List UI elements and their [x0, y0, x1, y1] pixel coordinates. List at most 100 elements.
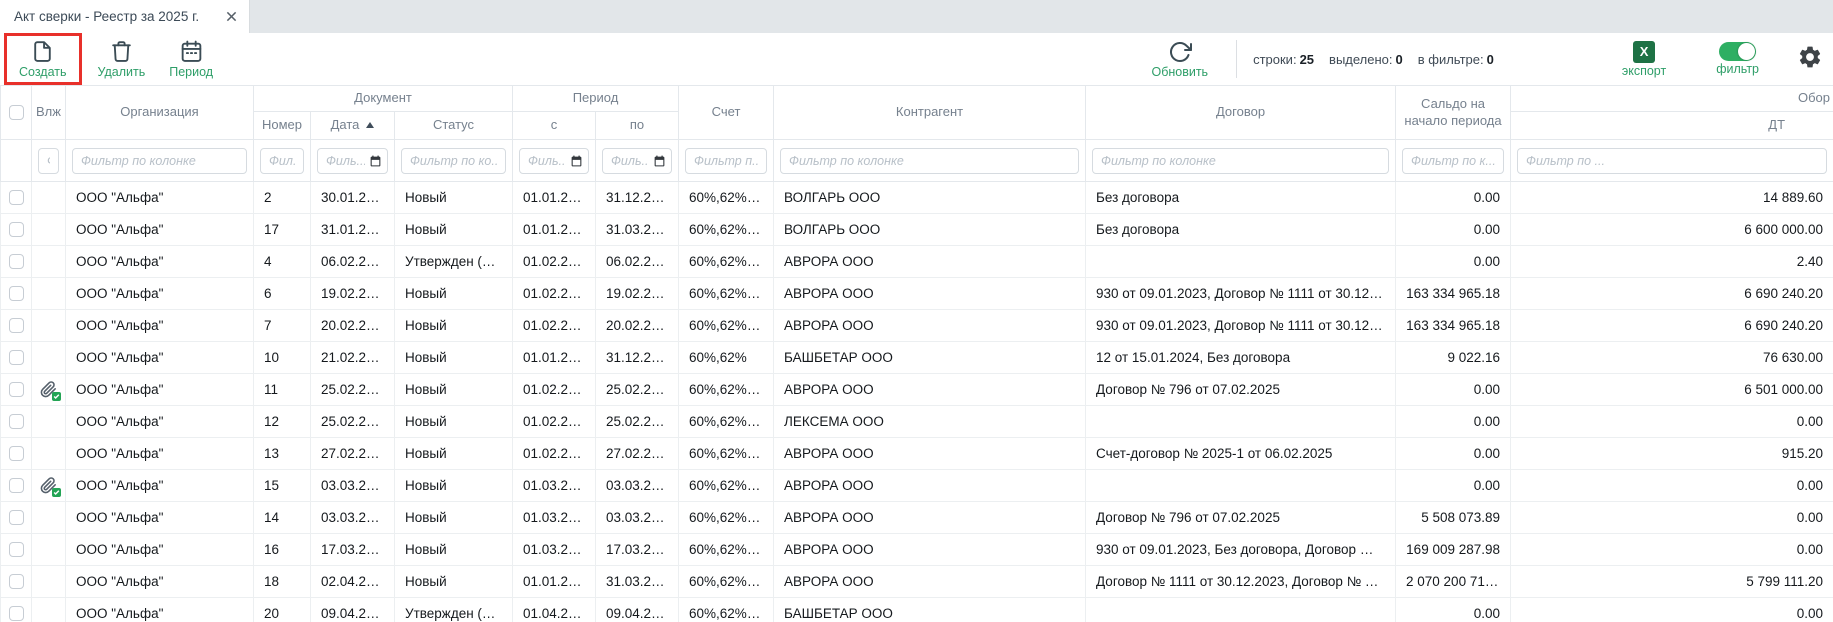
filter-dt-input[interactable]: [1517, 148, 1827, 174]
filter-toggle-label: фильтр: [1716, 62, 1759, 76]
toggle-knob: [1738, 43, 1755, 60]
filtered-count: в фильтре:0: [1418, 52, 1494, 67]
filter-account-input[interactable]: [685, 148, 767, 174]
table-row[interactable]: ООО "Альфа"1327.02.2025Новый01.02.202527…: [1, 438, 1833, 470]
column-header-period-to[interactable]: по: [596, 112, 679, 140]
cell-contract: Без договора: [1086, 214, 1396, 246]
cell-status: Новый: [395, 182, 513, 214]
table-row[interactable]: ООО "Альфа"1731.01.2025Новый01.01.202531…: [1, 214, 1833, 246]
filter-saldo-input[interactable]: [1402, 148, 1504, 174]
cell-account: 60%,62%,76%: [679, 182, 774, 214]
column-header-contract[interactable]: Договор: [1086, 86, 1396, 140]
row-checkbox[interactable]: [9, 254, 24, 269]
column-header-period-from[interactable]: с: [513, 112, 596, 140]
column-header-status[interactable]: Статус: [395, 112, 513, 140]
row-checkbox[interactable]: [9, 478, 24, 493]
cell-status: Новый: [395, 566, 513, 598]
row-checkbox[interactable]: [9, 350, 24, 365]
column-header-number[interactable]: Номер: [254, 112, 311, 140]
column-header-dt[interactable]: ДТ: [1511, 112, 1833, 140]
table-row[interactable]: ООО "Альфа"1503.03.2025Новый01.03.202503…: [1, 470, 1833, 502]
row-checkbox[interactable]: [9, 318, 24, 333]
filter-toggle-switch[interactable]: [1719, 42, 1756, 61]
column-header-date[interactable]: Дата: [311, 112, 395, 140]
filter-vlzh-input[interactable]: [38, 148, 59, 174]
period-button[interactable]: Период: [161, 37, 221, 81]
table-row[interactable]: ООО "Альфа"1225.02.2025Новый01.02.202525…: [1, 406, 1833, 438]
filter-organization-input[interactable]: [72, 148, 247, 174]
table-row[interactable]: ООО "Альфа"230.01.2025Новый01.01.202431.…: [1, 182, 1833, 214]
cell-select: [1, 438, 32, 470]
row-checkbox[interactable]: [9, 510, 24, 525]
calendar-icon[interactable]: [369, 154, 382, 167]
table-row[interactable]: ООО "Альфа"406.02.2025Утвержден (по...01…: [1, 246, 1833, 278]
tab-act-sverki[interactable]: Акт сверки - Реестр за 2025 г.: [0, 0, 250, 33]
cell-dt: 6 501 000.00: [1511, 374, 1833, 406]
row-checkbox[interactable]: [9, 446, 24, 461]
cell-contract: Договор № 1111 от 30.12.2023, Договор № …: [1086, 566, 1396, 598]
column-header-saldo[interactable]: Сальдо на начало периода: [1396, 86, 1511, 140]
cell-contract: Договор № 796 от 07.02.2025: [1086, 374, 1396, 406]
cell-period-from: 01.02.2025: [513, 310, 596, 342]
create-button[interactable]: Создать: [11, 37, 75, 81]
filter-contragent-input[interactable]: [780, 148, 1079, 174]
table-row[interactable]: ООО "Альфа"619.02.2025Новый01.02.202519.…: [1, 278, 1833, 310]
cell-attachment: [32, 310, 66, 342]
cell-organization: ООО "Альфа": [66, 374, 254, 406]
cell-period-from: 01.02.2025: [513, 278, 596, 310]
cell-date: 17.03.2025: [311, 534, 395, 566]
tab-close-icon[interactable]: [226, 11, 237, 22]
cell-contract: 12 от 15.01.2024, Без договора: [1086, 342, 1396, 374]
table-row[interactable]: ООО "Альфа"2009.04.2025Утвержден (по...0…: [1, 598, 1833, 622]
settings-button[interactable]: [1797, 44, 1823, 75]
cell-account: 60%,62%,76%: [679, 310, 774, 342]
cell-attachment: [32, 438, 66, 470]
cell-organization: ООО "Альфа": [66, 406, 254, 438]
cell-dt: 0.00: [1511, 598, 1833, 622]
row-checkbox[interactable]: [9, 414, 24, 429]
column-header-contragent[interactable]: Контрагент: [774, 86, 1086, 140]
row-checkbox[interactable]: [9, 542, 24, 557]
cell-period-to: 03.03.2025: [596, 470, 679, 502]
row-checkbox[interactable]: [9, 222, 24, 237]
cell-number: 15: [254, 470, 311, 502]
delete-button[interactable]: Удалить: [90, 37, 154, 81]
table-row[interactable]: ООО "Альфа"720.02.2025Новый01.02.202520.…: [1, 310, 1833, 342]
filter-toggle-button[interactable]: фильтр: [1708, 40, 1767, 78]
column-header-organization[interactable]: Организация: [66, 86, 254, 140]
refresh-button[interactable]: Обновить: [1143, 38, 1216, 81]
row-checkbox[interactable]: [9, 190, 24, 205]
filter-number-input[interactable]: [260, 148, 304, 174]
column-header-vlzh[interactable]: Влж: [32, 86, 66, 140]
cell-period-to: 27.02.2025: [596, 438, 679, 470]
row-checkbox[interactable]: [9, 574, 24, 589]
cell-attachment: [32, 374, 66, 406]
selected-count: выделено:0: [1329, 52, 1403, 67]
cell-saldo: 0.00: [1396, 182, 1511, 214]
table-row[interactable]: ООО "Альфа"1617.03.2025Новый01.03.202517…: [1, 534, 1833, 566]
cell-organization: ООО "Альфа": [66, 502, 254, 534]
trash-icon: [109, 39, 134, 64]
export-button[interactable]: X экспорт: [1614, 39, 1674, 80]
filter-cell-dt: [1511, 140, 1833, 182]
select-all-checkbox[interactable]: [9, 105, 24, 120]
calendar-icon[interactable]: [570, 154, 583, 167]
filter-contract-input[interactable]: [1092, 148, 1389, 174]
row-checkbox[interactable]: [9, 286, 24, 301]
table-row[interactable]: ООО "Альфа"1125.02.2025Новый01.02.202525…: [1, 374, 1833, 406]
cell-number: 16: [254, 534, 311, 566]
cell-attachment: [32, 246, 66, 278]
table-row[interactable]: ООО "Альфа"1021.02.2025Новый01.01.202431…: [1, 342, 1833, 374]
cell-select: [1, 246, 32, 278]
row-checkbox[interactable]: [9, 382, 24, 397]
calendar-icon[interactable]: [653, 154, 666, 167]
row-checkbox[interactable]: [9, 606, 24, 621]
table-row[interactable]: ООО "Альфа"1802.04.2025Новый01.01.202531…: [1, 566, 1833, 598]
cell-contract: 930 от 09.01.2023, Без договора, Договор…: [1086, 534, 1396, 566]
table-row[interactable]: ООО "Альфа"1403.03.2025Новый01.03.202503…: [1, 502, 1833, 534]
cell-status: Новый: [395, 278, 513, 310]
filter-status-input[interactable]: [401, 148, 506, 174]
column-header-account[interactable]: Счет: [679, 86, 774, 140]
cell-period-to: 31.12.2024: [596, 342, 679, 374]
cell-period-to: 31.12.2024: [596, 182, 679, 214]
